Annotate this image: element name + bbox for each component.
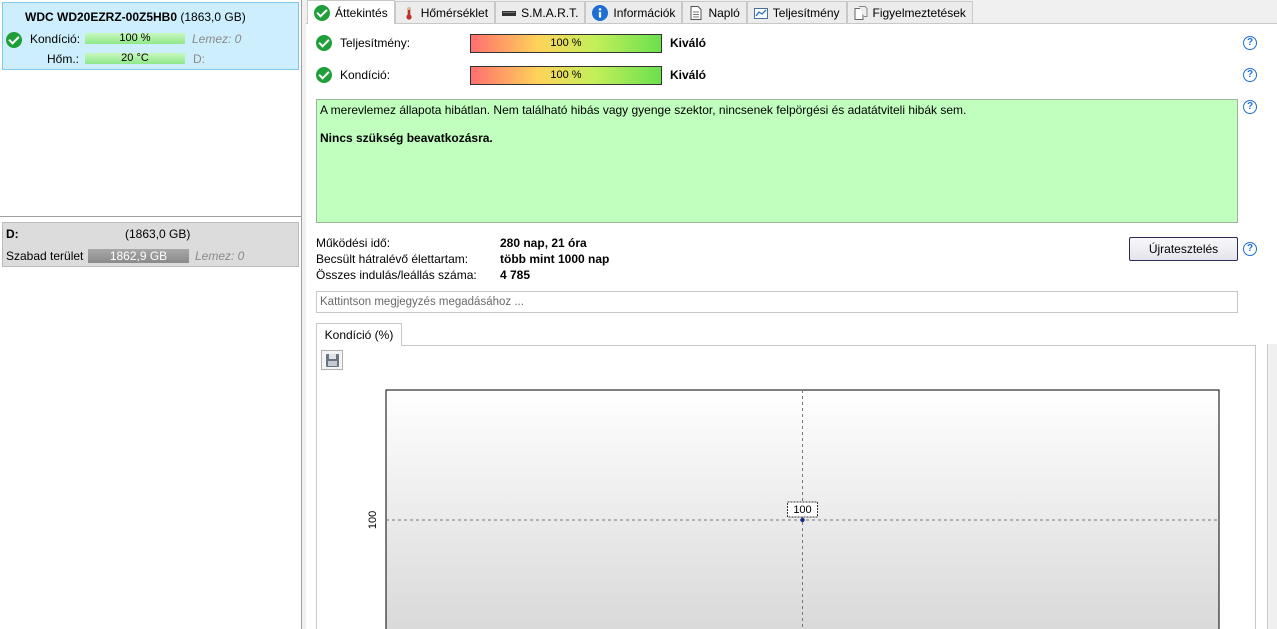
health-row: Kondíció: 100 % Kiváló [316, 66, 706, 85]
tab-performance[interactable]: Teljesítmény [746, 1, 847, 24]
starts-value: 4 785 [500, 268, 531, 282]
status-message: A merevlemez állapota hibátlan. Nem talá… [320, 103, 967, 117]
health-chart: 100 100 [367, 389, 1220, 629]
performance-bar: 100 % [470, 34, 662, 53]
tab-label: Hőmérséklet [420, 6, 489, 20]
overview-panel: Teljesítmény: 100 % Kiváló ? Kondíció: 1… [306, 23, 1277, 629]
disk-card[interactable]: WDC WD20EZRZ-00Z5HB0 (1863,0 GB) Kondíci… [2, 2, 299, 70]
app-window: WDC WD20EZRZ-00Z5HB0 (1863,0 GB) Kondíci… [0, 0, 1277, 629]
check-icon [316, 67, 332, 83]
chart-panel: 100 100 [316, 345, 1256, 629]
condition-value: 100 % [119, 32, 151, 44]
lifetime-value: több mint 1000 nap [500, 252, 610, 266]
disk-size: (1863,0 GB) [180, 10, 246, 24]
health-label: Kondíció: [340, 68, 391, 82]
y-tick-label: 100 [367, 511, 379, 529]
health-bar: 100 % [470, 66, 662, 85]
status-message-box: A merevlemez állapota hibátlan. Nem talá… [316, 99, 1238, 223]
help-icon[interactable]: ? [1243, 36, 1257, 50]
status-recommendation: Nincs szükség beavatkozásra. [320, 131, 493, 145]
uptime-label: Működési idő: [316, 236, 391, 250]
tab-label: Figyelmeztetések [872, 6, 966, 20]
condition-bar: 100 % [85, 33, 185, 44]
tab-label: Információk [613, 6, 676, 20]
drive-letter: D: [193, 52, 205, 66]
help-icon[interactable]: ? [1243, 242, 1257, 256]
performance-rating: Kiváló [670, 36, 707, 50]
tab-alerts[interactable]: Figyelmeztetések [846, 1, 973, 24]
alerts-icon [854, 6, 867, 20]
note-input[interactable]: Kattintson megjegyzés megadásához ... [316, 291, 1238, 313]
tab-label: S.M.A.R.T. [521, 6, 579, 20]
disk-list-panel: WDC WD20EZRZ-00Z5HB0 (1863,0 GB) Kondíci… [0, 0, 302, 629]
tab-label: Napló [708, 6, 740, 20]
volume-disk-label: Lemez: 0 [195, 249, 245, 263]
data-point [800, 517, 805, 523]
volume-size: (1863,0 GB) [125, 227, 191, 241]
health-value: 100 % [550, 69, 582, 81]
free-space-label: Szabad terület [6, 249, 84, 263]
check-icon [316, 35, 332, 51]
tab-bar: Áttekintés Hőmérséklet S.M.A.R.T. Inform… [307, 0, 973, 24]
condition-label: Kondíció: [30, 32, 81, 46]
chart-icon [753, 8, 768, 19]
volume-drive: D: [6, 227, 19, 241]
temperature-value: 20 °C [121, 52, 149, 64]
thermometer-icon [406, 7, 412, 20]
starts-label: Összes indulás/leállás száma: [316, 268, 477, 282]
tab-health-chart[interactable]: Kondíció (%) [316, 323, 402, 346]
help-icon[interactable]: ? [1243, 100, 1257, 114]
volume-card[interactable]: D: (1863,0 GB) Szabad terület 1862,9 GB … [2, 222, 299, 267]
performance-value: 100 % [550, 37, 582, 49]
check-icon [6, 32, 22, 48]
document-icon [690, 6, 702, 20]
disk-title: WDC WD20EZRZ-00Z5HB0 (1863,0 GB) [25, 10, 246, 24]
panel-divider [0, 216, 301, 217]
retest-button[interactable]: Újratesztelés [1129, 237, 1238, 261]
check-icon [314, 4, 330, 21]
free-space-bar: 1862,9 GB [88, 249, 189, 263]
tab-log[interactable]: Napló [682, 1, 747, 24]
lifetime-label: Becsült hátralévő élettartam: [316, 252, 469, 266]
tab-smart[interactable]: S.M.A.R.T. [495, 1, 586, 24]
performance-label: Teljesítmény: [340, 36, 411, 50]
temperature-label: Hőm.: [47, 52, 80, 66]
uptime-value: 280 nap, 21 óra [500, 236, 587, 250]
tab-information[interactable]: Információk [585, 1, 683, 24]
tab-label: Áttekintés [335, 5, 388, 20]
disk-name: WDC WD20EZRZ-00Z5HB0 [25, 10, 178, 24]
tab-label: Teljesítmény [772, 6, 840, 20]
tab-temperature[interactable]: Hőmérséklet [394, 1, 496, 24]
tab-overview[interactable]: Áttekintés [307, 0, 395, 24]
disk-index-label: Lemez: 0 [192, 32, 242, 46]
performance-row: Teljesítmény: 100 % Kiváló [316, 34, 706, 53]
smart-icon [502, 11, 517, 16]
data-label: 100 [793, 504, 811, 516]
health-rating: Kiváló [670, 68, 707, 82]
info-icon [592, 5, 609, 21]
temperature-bar: 20 °C [85, 53, 185, 64]
help-icon[interactable]: ? [1243, 68, 1257, 82]
free-space-value: 1862,9 GB [109, 249, 168, 263]
scrollbar-edge [1267, 344, 1277, 629]
